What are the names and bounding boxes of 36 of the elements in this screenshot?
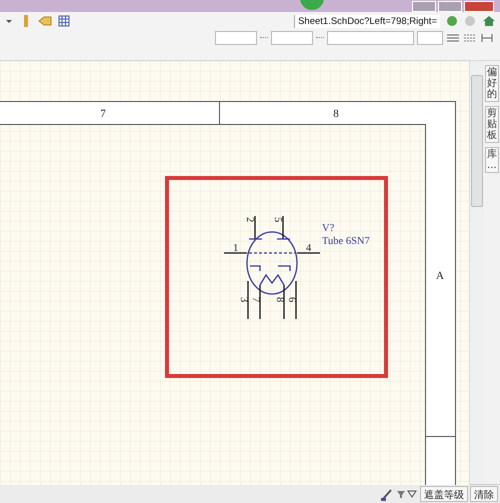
close-button[interactable]	[464, 0, 494, 12]
status-button[interactable]: 清除	[470, 486, 498, 502]
dropdown-field[interactable]	[327, 31, 414, 45]
address-field[interactable]: Sheet1.SchDoc?Left=798;Right=	[294, 14, 440, 28]
line-end-icon[interactable]	[480, 33, 494, 43]
dropdown-field[interactable]	[215, 31, 257, 45]
line-width-icon[interactable]	[446, 33, 460, 43]
pin-number: 3	[238, 297, 249, 302]
pin-number: 8	[274, 297, 285, 302]
zone-label: 8	[333, 108, 339, 120]
zone-label: A	[436, 270, 444, 282]
minimize-button[interactable]	[412, 0, 436, 12]
pin-number: 7	[250, 297, 261, 302]
port-tool-icon[interactable]	[38, 15, 52, 27]
pin-number: 2	[244, 217, 255, 222]
scrollbar-thumb[interactable]	[471, 75, 484, 207]
maximize-button[interactable]	[438, 0, 462, 12]
pin-number: 6	[286, 297, 297, 302]
pen-icon[interactable]	[380, 487, 394, 501]
component-designator: V?	[322, 223, 334, 234]
line-style-icon[interactable]	[463, 33, 477, 43]
grid-icon[interactable]	[58, 15, 70, 27]
dropdown-field[interactable]	[417, 31, 443, 45]
component-comment: Tube 6SN7	[322, 236, 370, 247]
pin-number: 4	[306, 243, 312, 254]
dropdown-field[interactable]	[271, 31, 313, 45]
status-button[interactable]: 遮盖等级	[420, 486, 468, 502]
tube-symbol-drawing[interactable]	[223, 215, 321, 320]
panel-tab[interactable]: 剪贴板	[485, 106, 500, 143]
pin-number: 1	[233, 243, 238, 254]
panel-tab[interactable]: 偏好的	[485, 65, 500, 102]
panel-tab[interactable]: 库...	[485, 147, 500, 173]
filter-icon[interactable]	[396, 488, 418, 500]
zone-label: 7	[100, 108, 106, 120]
pin-number: 5	[272, 217, 283, 222]
home-icon[interactable]	[482, 15, 496, 27]
